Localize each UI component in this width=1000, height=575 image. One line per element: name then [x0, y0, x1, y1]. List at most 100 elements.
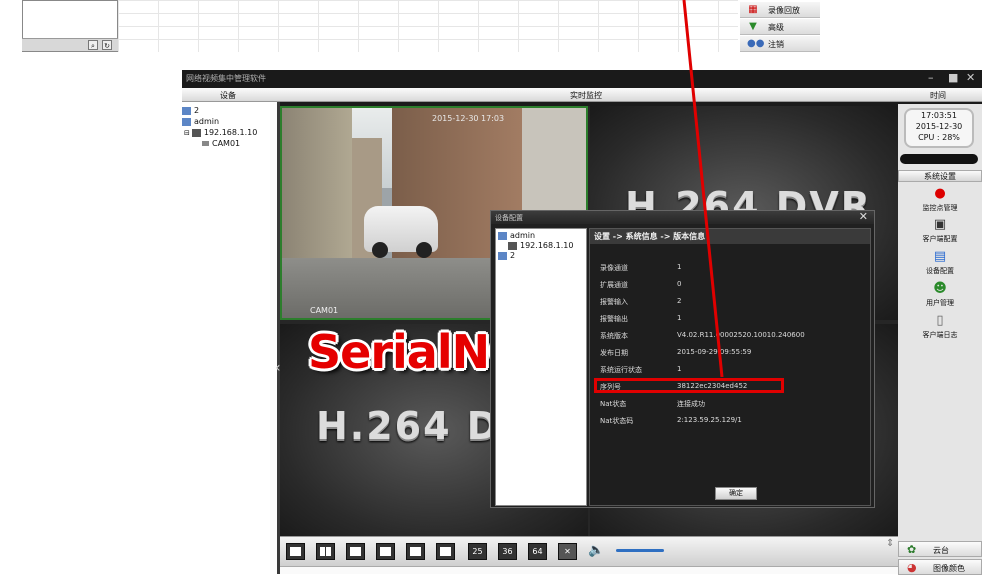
ptz-icon: ✿ [907, 543, 917, 556]
maximize-icon[interactable]: ■ [948, 71, 958, 84]
car-in-feed [364, 206, 438, 258]
user-management-icon: ☻ [933, 281, 947, 296]
tree-item[interactable]: admin [498, 231, 535, 240]
video-timestamp: 2015-12-30 17:03 [432, 114, 505, 123]
tree-item[interactable]: CAM01 [202, 139, 240, 148]
layout-16-button[interactable] [436, 543, 455, 560]
layout-1-button[interactable] [286, 543, 305, 560]
menu-item-logout[interactable]: ●● 注销 [740, 36, 820, 52]
device-group-icon [182, 117, 191, 126]
camera-icon [202, 141, 209, 146]
client-config-icon: ▣ [933, 217, 947, 232]
tree-item[interactable]: 2 [498, 251, 515, 260]
clock-date: 2015-12-30 [915, 122, 963, 131]
breadcrumb: 设置 -> 系统信息 -> 版本信息 [590, 229, 870, 244]
client-log[interactable]: ▯ 客户端日志 [898, 313, 982, 340]
fullscreen-icon[interactable]: ✕ [558, 543, 577, 560]
header-live-monitor: 实时监控 [570, 91, 602, 100]
layout-64-button[interactable]: 64 [528, 543, 547, 560]
info-label: 录像通道 [600, 264, 628, 272]
tree-item[interactable]: 2 [182, 106, 199, 115]
users-icon: ●● [747, 38, 765, 49]
info-value: 1 [677, 314, 682, 322]
search-icon[interactable]: ⌕ [88, 40, 98, 50]
dialog-title: 设备配置 [495, 214, 523, 222]
volume-slider[interactable] [616, 549, 664, 552]
layout-36-button[interactable]: 36 [498, 543, 517, 560]
dialog-device-tree: admin 192.168.1.10 2 [495, 228, 587, 506]
info-value: 1 [677, 365, 682, 373]
minimize-icon[interactable]: – [928, 71, 934, 84]
camera-label: CAM01 [310, 306, 339, 315]
chevron-down-icon: ▼ [749, 21, 757, 32]
close-icon[interactable]: ✕ [859, 210, 868, 223]
scroll-arrows-icon[interactable]: ⇕ [886, 538, 894, 549]
dialog-title-bar: 设备配置 ✕ [491, 210, 874, 224]
info-label: Nat状态码 [600, 417, 634, 425]
client-config[interactable]: ▣ 客户端配置 [898, 217, 982, 244]
tree-item[interactable]: admin [182, 117, 219, 126]
layout-25-button[interactable]: 25 [468, 543, 487, 560]
info-label: 系统版本 [600, 332, 628, 340]
device-config[interactable]: ▤ 设备配置 [898, 249, 982, 276]
info-value: 2015-09-29 09:55:59 [677, 348, 752, 356]
background-grid [118, 0, 738, 52]
layout-6-button[interactable] [346, 543, 365, 560]
log-document-icon: ▯ [936, 313, 944, 328]
info-value: 1 [677, 263, 682, 271]
right-panel: 17:03:51 2015-12-30 CPU : 28% 系统设置 ● 监控点… [898, 104, 982, 575]
info-value: 连接成功 [677, 400, 705, 408]
menu-item-playback[interactable]: ▦ 录像回放 [740, 2, 820, 18]
mute-icon[interactable]: 🔈 [588, 543, 604, 558]
info-label: 报警输入 [600, 298, 628, 306]
info-value: 0 [677, 280, 682, 288]
dvr-device-icon [508, 241, 517, 250]
info-value: 2:123.59.25.129/1 [677, 416, 742, 424]
info-label: 报警输出 [600, 315, 628, 323]
collapse-icon[interactable]: ⊟ [184, 129, 190, 137]
device-group-icon [498, 251, 507, 260]
menu-item-advanced[interactable]: ▼ 高级 [740, 19, 820, 35]
device-tree: 2 admin ⊟ 192.168.1.10 CAM01 [182, 102, 277, 574]
info-label: 扩展通道 [600, 281, 628, 289]
status-strip [280, 566, 898, 574]
tree-item[interactable]: ⊟ 192.168.1.10 [184, 128, 257, 137]
device-config-icon: ▤ [933, 249, 947, 264]
info-value: V4.02.R11.00002520.10010.240600 [677, 331, 805, 339]
user-management[interactable]: ☻ 用户管理 [898, 281, 982, 308]
device-config-dialog: 设备配置 ✕ admin 192.168.1.10 2 设置 -> 系统信息 -… [490, 210, 875, 508]
image-color-button[interactable]: ◕ 图像颜色 [898, 559, 982, 575]
ok-button[interactable]: 确定 [715, 487, 757, 500]
info-label: 发布日期 [600, 349, 628, 357]
layout-toolbar: 25 36 64 ✕ 🔈 [280, 536, 898, 566]
monitor-point-management[interactable]: ● 监控点管理 [898, 186, 982, 213]
device-group-icon [182, 106, 191, 115]
close-icon[interactable]: ✕ [966, 71, 975, 84]
clock-time: 17:03:51 [921, 111, 957, 120]
dvr-device-icon [191, 128, 201, 137]
layout-8-button[interactable] [376, 543, 395, 560]
window-title: 网络视频集中管理软件 [186, 74, 266, 83]
clock-widget: 17:03:51 2015-12-30 CPU : 28% [904, 108, 974, 148]
background-search-bar: ⌕ ↻ [22, 38, 118, 51]
info-label: Nat状态 [600, 400, 627, 408]
header-time: 时间 [930, 91, 946, 100]
info-label: 系统运行状态 [600, 366, 642, 374]
record-dot-icon: ● [934, 186, 946, 201]
status-bar [900, 154, 978, 164]
layout-9-button[interactable] [406, 543, 425, 560]
color-palette-icon: ◕ [907, 561, 917, 574]
serial-highlight-box [594, 378, 784, 393]
device-group-icon [498, 231, 507, 240]
layout-4-button[interactable] [316, 543, 335, 560]
version-info-panel: 设置 -> 系统信息 -> 版本信息 录像通道 1 扩展通道 0 报警输入 2 报警输出 1 系… [589, 228, 871, 506]
chevron-left-icon[interactable]: ‹ [275, 360, 281, 376]
ptz-button[interactable]: ✿ 云台 [898, 541, 982, 557]
header-device: 设备 [220, 91, 236, 100]
header-bar: 设备 实时监控 时间 [182, 88, 982, 102]
refresh-icon[interactable]: ↻ [102, 40, 112, 50]
tree-item[interactable]: 192.168.1.10 [508, 241, 573, 250]
system-settings-heading: 系统设置 [898, 170, 982, 182]
cpu-usage: CPU : 28% [918, 133, 960, 142]
info-value: 2 [677, 297, 682, 305]
